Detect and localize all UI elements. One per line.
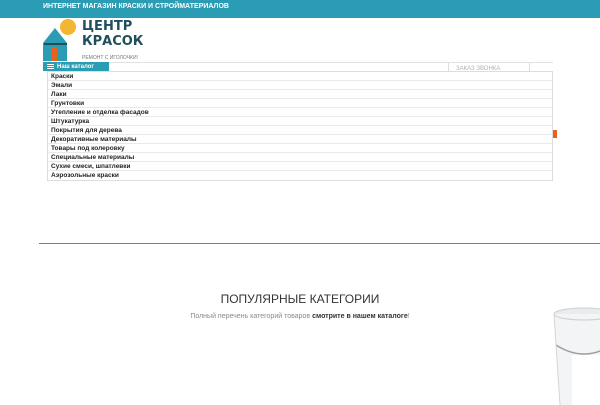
side-feedback-tab[interactable] [553, 130, 557, 138]
menu-item-dry-mixes[interactable]: Сухие смеси, шпатлевки [48, 162, 552, 171]
menu-icon [47, 64, 54, 69]
menu-item-primers[interactable]: Грунтовки [48, 99, 552, 108]
menu-item-varnishes[interactable]: Лаки [48, 90, 552, 99]
logo-tagline: РЕМОНТ С ИГОЛОЧКИ! [82, 55, 138, 61]
menu-item-facade-insulation[interactable]: Утепление и отделка фасадов [48, 108, 552, 117]
menu-item-plaster[interactable]: Штукатурка [48, 117, 552, 126]
section-divider [39, 243, 600, 244]
catalog-link[interactable]: смотрите в нашем каталоге [312, 313, 408, 320]
menu-item-wood-coatings[interactable]: Покрытия для дерева [48, 126, 552, 135]
logo-wordmark-line1: ЦЕНТР [82, 19, 133, 34]
menu-item-aerosol-paints[interactable]: Аэрозольные краски [48, 171, 552, 180]
popular-subtitle-text: Полный перечень категорий товаров [190, 313, 313, 320]
popular-subtitle-end: ! [407, 313, 410, 320]
catalog-button-label: Наш каталог [57, 63, 94, 70]
menu-item-special-materials[interactable]: Специальные материалы [48, 153, 552, 162]
popular-categories-title: ПОПУЛЯРНЫЕ КАТЕГОРИИ [220, 292, 380, 306]
logo-wordmark-line2: КРАСОК [82, 34, 144, 49]
menu-item-decorative-materials[interactable]: Декоративные материалы [48, 135, 552, 144]
logo[interactable]: ЦЕНТР КРАСОК РЕМОНТ С ИГОЛОЧКИ! [42, 18, 144, 62]
popular-categories-subtitle: Полный перечень категорий товаров смотри… [0, 313, 600, 320]
paint-bucket-image [553, 307, 600, 405]
menu-item-enamels[interactable]: Эмали [48, 81, 552, 90]
menu-item-paints[interactable]: Краски [48, 72, 552, 81]
catalog-button[interactable]: Наш каталог [43, 62, 109, 71]
top-bar: ИНТЕРНЕТ МАГАЗИН КРАСКИ И СТРОЙМАТЕРИАЛО… [0, 0, 600, 18]
catalog-dropdown-menu: Краски Эмали Лаки Грунтовки Утепление и … [47, 71, 553, 181]
logo-house-icon [43, 19, 76, 61]
top-bar-text: ИНТЕРНЕТ МАГАЗИН КРАСКИ И СТРОЙМАТЕРИАЛО… [43, 3, 229, 10]
menu-item-tinting-goods[interactable]: Товары под колеровку [48, 144, 552, 153]
